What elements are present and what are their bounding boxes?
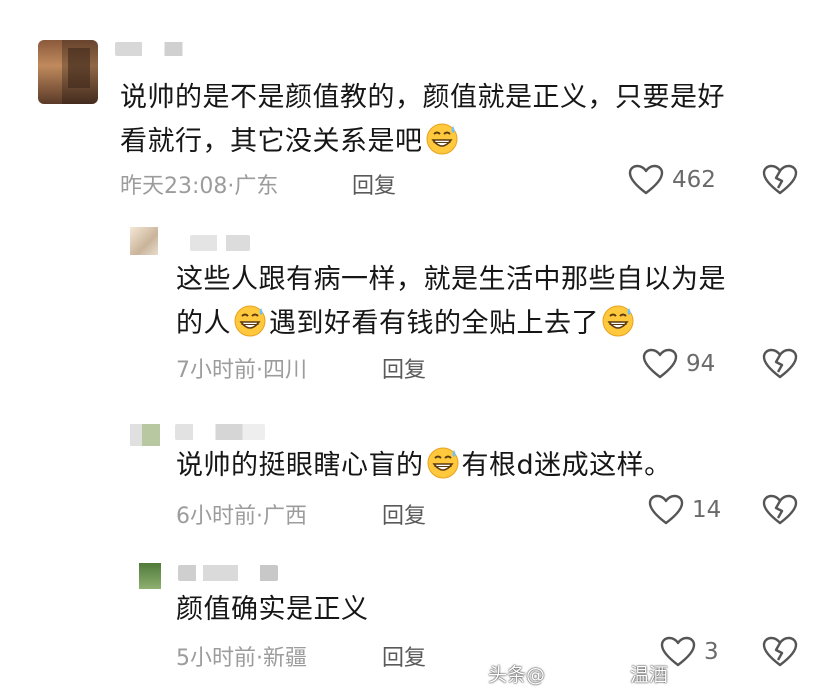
like-button[interactable]: 462 [628, 164, 716, 196]
heart-outline-icon [648, 494, 684, 526]
comment-meta: 7小时前·四川 [176, 352, 307, 384]
avatar[interactable] [139, 563, 161, 589]
comment-text: 说帅的是不是颜值教的，颜值就是正义，只要是好 看就行，其它没关系是吧 [120, 82, 725, 157]
comment-location: 新疆 [263, 646, 308, 671]
username-blurred[interactable] [178, 565, 278, 581]
grinning-sweat-emoji-icon [424, 120, 460, 156]
reply-button[interactable]: 回复 [382, 640, 426, 672]
comment-location: 广东 [234, 174, 279, 199]
comment-text: 颜值确实是正义 [176, 594, 369, 625]
avatar[interactable] [38, 40, 98, 104]
comment-text: 说帅的挺眼瞎心盲的 有根d迷成这样。 [176, 444, 672, 488]
comment-location: 广西 [263, 504, 308, 529]
username-blurred[interactable] [115, 42, 205, 56]
heart-outline-icon [628, 164, 664, 196]
watermark-source: 头条@ [488, 664, 546, 686]
avatar[interactable] [130, 424, 160, 446]
grinning-sweat-emoji-icon [600, 302, 636, 338]
watermark-author: 温酒 [630, 664, 669, 686]
heart-outline-icon [642, 348, 678, 380]
comment-time: 5小时前 [176, 646, 256, 671]
like-button[interactable]: 3 [660, 636, 719, 668]
like-count: 3 [704, 639, 719, 665]
comment-meta: 5小时前·新疆 [176, 640, 307, 672]
comment-time: 6小时前 [176, 504, 256, 529]
like-button[interactable]: 14 [648, 494, 721, 526]
comment-meta: 昨天23:08·广东 [120, 168, 278, 200]
like-count: 94 [686, 351, 716, 377]
dislike-button[interactable] [762, 348, 798, 380]
comment-meta: 6小时前·广西 [176, 498, 307, 530]
comment-text: 这些人跟有病一样，就是生活中那些自以为是 的人 遇到好看有钱的全贴上去了 [176, 264, 726, 339]
like-button[interactable]: 94 [642, 348, 715, 380]
username-blurred[interactable] [190, 235, 250, 251]
grinning-sweat-emoji-icon [425, 444, 461, 480]
meta-separator: · [256, 358, 263, 383]
username-blurred[interactable] [175, 424, 265, 440]
comment-time: 昨天23:08 [120, 174, 228, 199]
meta-separator: · [256, 504, 263, 529]
reply-button[interactable]: 回复 [382, 352, 426, 384]
reply-button[interactable]: 回复 [352, 168, 396, 200]
grinning-sweat-emoji-icon [232, 302, 268, 338]
comment-location: 四川 [263, 358, 308, 383]
comment-time: 7小时前 [176, 358, 256, 383]
dislike-button[interactable] [762, 636, 798, 668]
dislike-button[interactable] [762, 494, 798, 526]
avatar[interactable] [130, 227, 158, 255]
like-count: 14 [692, 497, 722, 523]
reply-button[interactable]: 回复 [382, 498, 426, 530]
meta-separator: · [256, 646, 263, 671]
dislike-button[interactable] [762, 164, 798, 196]
like-count: 462 [672, 167, 716, 193]
